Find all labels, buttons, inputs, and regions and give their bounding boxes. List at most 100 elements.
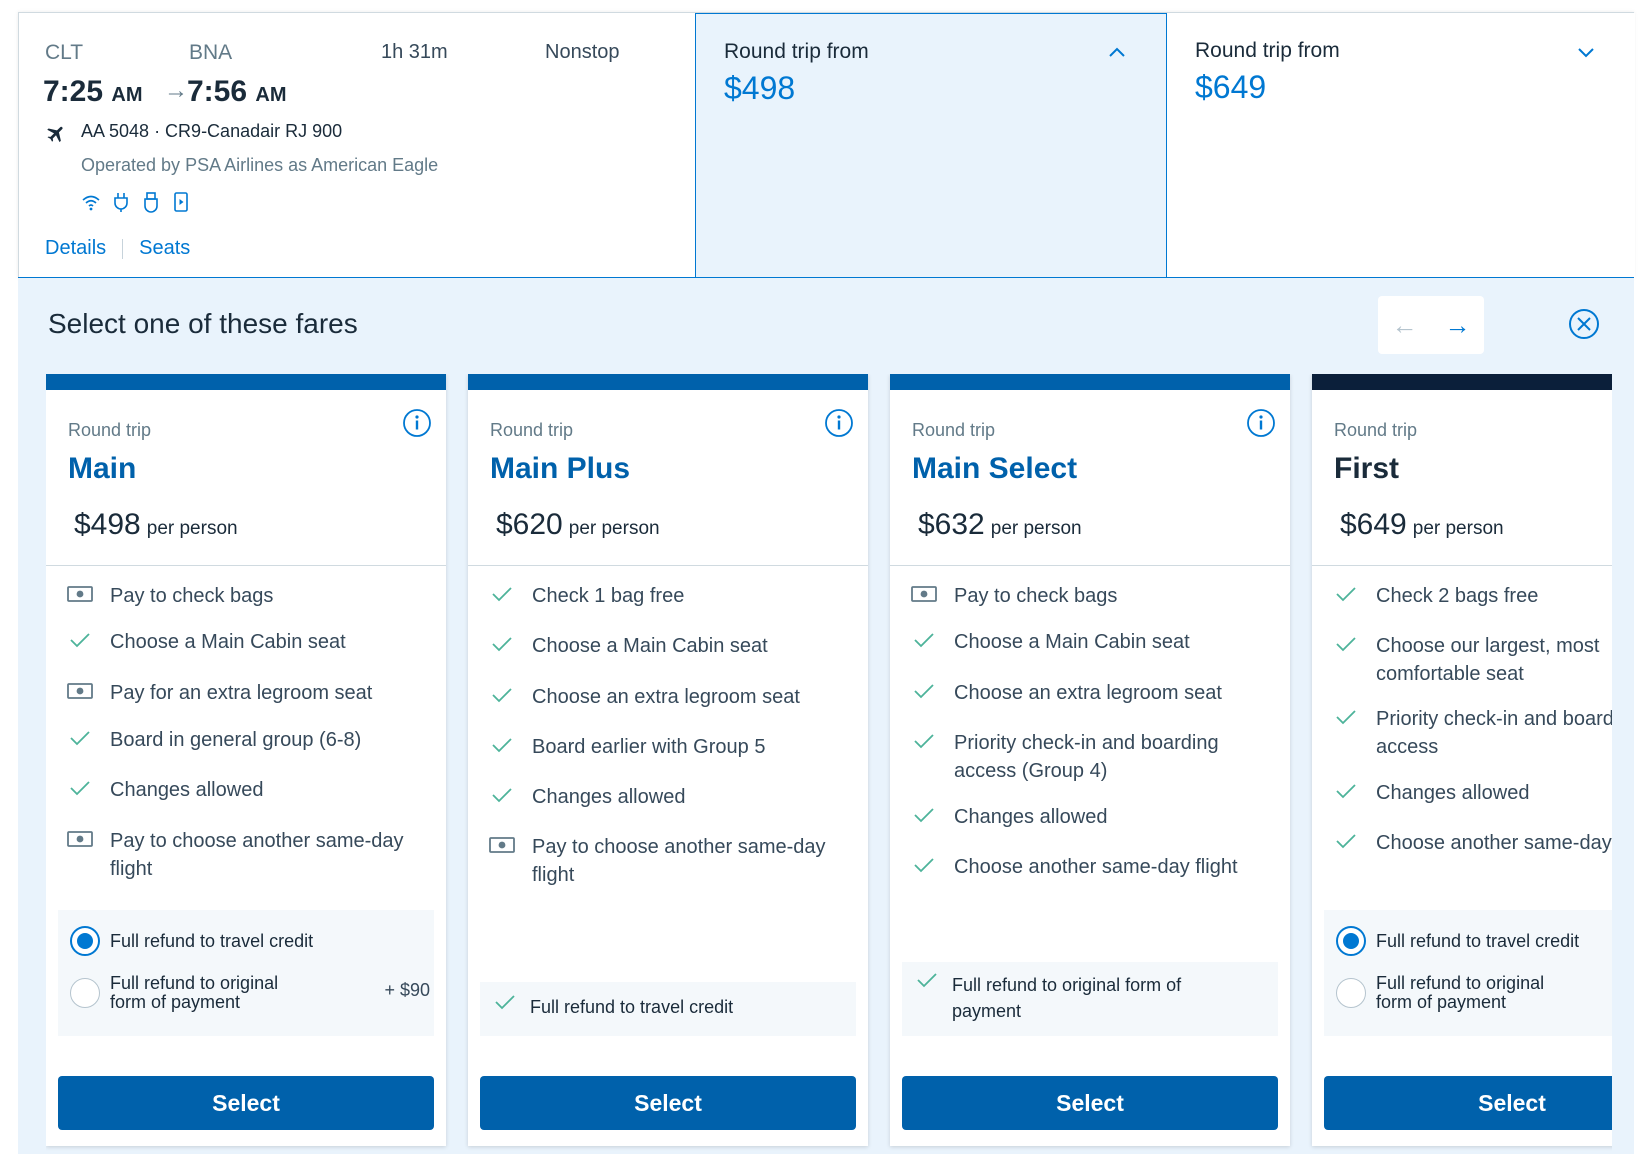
check-icon <box>66 776 94 800</box>
radio-unselected[interactable] <box>1336 978 1366 1008</box>
radio-selected[interactable] <box>1336 926 1366 956</box>
fare-name: Main Select <box>912 452 1078 485</box>
feature-item: Choose a Main Cabin seat <box>488 632 852 660</box>
feature-item: Choose a Main Cabin seat <box>910 628 1274 656</box>
feature-text: Board earlier with Group 5 <box>532 736 766 758</box>
fare-price-value: $620 <box>496 508 563 541</box>
refund-option-travel-credit[interactable]: Full refund to travel credit <box>1336 926 1579 956</box>
usb-icon <box>144 192 158 213</box>
info-icon[interactable] <box>402 408 432 438</box>
check-icon <box>910 628 938 652</box>
fare-name: First <box>1334 452 1400 485</box>
check-icon <box>910 853 938 877</box>
arrive-time: 7:56 AM <box>187 75 287 109</box>
refund-option-label: Full refund to travel credit <box>110 930 314 951</box>
select-main-button[interactable]: Select <box>58 1076 434 1130</box>
feature-text: Choose an extra legroom seat <box>532 686 800 708</box>
fare-type: Round trip <box>912 420 996 440</box>
check-icon <box>488 632 516 656</box>
arrow-left-icon[interactable]: ← <box>1392 310 1418 341</box>
destination-airport: BNA <box>189 41 233 64</box>
fare-price-unit: per person <box>990 518 1082 539</box>
refund-option-label: Full refund to travel credit <box>1376 930 1580 951</box>
refund-included-text: Full refund to original form of payment <box>952 975 1182 1021</box>
refund-included-text: Full refund to travel credit <box>530 997 734 1017</box>
refund-option-original-payment[interactable]: Full refund to original form of payment <box>1336 974 1552 1012</box>
link-divider <box>122 238 124 259</box>
refund-included-item: Full refund to travel credit <box>494 994 830 1020</box>
check-icon <box>916 972 940 993</box>
check-icon <box>1332 582 1360 606</box>
seats-link[interactable]: Seats <box>139 237 190 260</box>
feature-item: Board in general group (6-8) <box>66 726 430 754</box>
fare-card-header: Round trip Main $498 per person <box>46 390 446 566</box>
feature-item: Choose a Main Cabin seat <box>66 628 430 656</box>
feature-item: Changes allowed <box>1332 779 1612 807</box>
check-icon <box>1332 632 1360 656</box>
price-tab-price: $649 <box>1195 69 1267 105</box>
money-icon <box>910 582 938 606</box>
refund-option-original-payment[interactable]: Full refund to original form of payment <box>70 974 286 1012</box>
depart-time: 7:25 AM <box>43 75 143 109</box>
info-icon[interactable] <box>824 408 854 438</box>
refund-included: Full refund to travel credit <box>480 982 856 1036</box>
check-icon <box>1332 829 1360 853</box>
feature-item: Changes allowed <box>66 776 430 804</box>
refund-option-travel-credit[interactable]: Full refund to travel credit <box>70 926 313 956</box>
wifi-icon <box>82 195 100 211</box>
entertainment-icon <box>174 192 188 212</box>
fare-price-value: $498 <box>74 508 141 541</box>
fare-card-header: Round trip Main Plus $620 per person <box>468 390 868 566</box>
refund-included-item: Full refund to original form of payment <box>916 972 1252 1024</box>
arrow-right-icon[interactable]: → <box>1445 310 1471 341</box>
info-icon[interactable] <box>1246 408 1276 438</box>
feature-text: Pay to check bags <box>110 585 274 607</box>
select-main-plus-button[interactable]: Select <box>480 1076 856 1130</box>
fare-cards: Round trip Main $498 per person Pay to ch… <box>46 374 1612 1154</box>
fare-card-main: Round trip Main $498 per person Pay to ch… <box>46 374 446 1146</box>
feature-text: Priority check-in and boarding access (G… <box>954 732 1219 782</box>
check-icon <box>488 683 516 707</box>
fare-card-first: Round trip First $649 per person Check 2 … <box>1312 374 1612 1146</box>
feature-item: Pay for an extra legroom seat <box>66 679 430 707</box>
fare-price-unit: per person <box>1412 518 1504 539</box>
chevron-up-icon[interactable] <box>1108 44 1126 62</box>
feature-item: Choose our largest, most comfortable sea… <box>1332 632 1612 688</box>
feature-text: Choose another same-day flight <box>1376 832 1612 854</box>
price-tab-first[interactable]: Round trip from $649 <box>1167 13 1635 279</box>
fare-card-bar <box>46 374 446 390</box>
details-link[interactable]: Details <box>45 237 106 260</box>
feature-text: Priority check-in and boarding access <box>1376 708 1612 758</box>
radio-selected[interactable] <box>70 926 100 956</box>
fare-card-main-plus: Round trip Main Plus $620 per person Chec… <box>468 374 868 1146</box>
feature-item: Choose an extra legroom seat <box>910 679 1274 707</box>
feature-item: Pay to choose another same-day flight <box>66 827 430 883</box>
flight-summary-card: CLT BNA 7:25 AM → 7:56 AM 1h 31m Nonstop… <box>18 12 1635 279</box>
feature-text: Check 1 bag free <box>532 585 685 607</box>
fare-price: $620 per person <box>496 508 660 542</box>
feature-text: Pay to choose another same-day flight <box>110 830 404 880</box>
feature-text: Changes allowed <box>954 806 1108 828</box>
select-first-button[interactable]: Select <box>1324 1076 1612 1130</box>
feature-text: Choose an extra legroom seat <box>954 682 1222 704</box>
feature-text: Pay to check bags <box>954 585 1118 607</box>
airplane-icon <box>47 126 63 143</box>
fare-price-unit: per person <box>568 518 660 539</box>
fare-price: $632 per person <box>918 508 1082 542</box>
feature-item: Check 2 bags free <box>1332 582 1612 610</box>
amenities <box>81 191 191 213</box>
origin-airport: CLT <box>45 41 84 64</box>
arrive-time-value: 7:56 <box>187 75 248 108</box>
feature-item: Board earlier with Group 5 <box>488 733 852 761</box>
close-icon[interactable] <box>1568 308 1600 340</box>
feature-item: Priority check-in and boarding access <box>1332 705 1612 761</box>
select-main-select-button[interactable]: Select <box>902 1076 1278 1130</box>
feature-text: Changes allowed <box>532 786 686 808</box>
fare-price: $649 per person <box>1340 508 1504 542</box>
depart-time-ampm: AM <box>111 84 143 106</box>
radio-unselected[interactable] <box>70 978 100 1008</box>
feature-item: Pay to check bags <box>910 582 1274 610</box>
price-tab-main[interactable]: Round trip from $498 <box>695 13 1167 279</box>
chevron-down-icon[interactable] <box>1577 43 1595 61</box>
depart-time-value: 7:25 <box>43 75 104 108</box>
